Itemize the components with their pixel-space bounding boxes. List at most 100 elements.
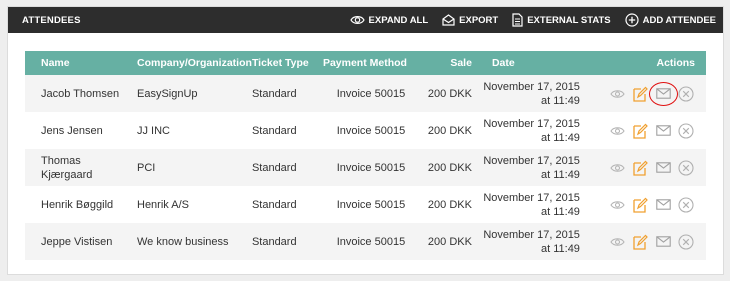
export-button[interactable]: EXPORT	[442, 14, 498, 26]
column-header-date[interactable]: Date	[472, 51, 580, 75]
payment-method-cell: Invoice 50015	[336, 198, 406, 211]
date-day: November 17, 2015	[483, 191, 580, 204]
attendee-name-cell: Henrik Bøggild	[25, 186, 121, 223]
eye-icon	[609, 163, 625, 172]
edit-attendee-button[interactable]	[631, 196, 649, 214]
delete-attendee-button[interactable]	[677, 196, 695, 214]
attendee-name-line2: Kjærgaard	[41, 168, 93, 181]
delete-attendee-button[interactable]	[677, 85, 695, 103]
eye-icon	[349, 16, 365, 24]
add-circle-icon	[625, 13, 639, 27]
edit-icon	[632, 160, 648, 176]
column-header-actions: Actions	[656, 57, 695, 69]
actions-cell	[580, 149, 706, 186]
export-icon	[442, 14, 455, 26]
table-row: Henrik Bøggild Henrik A/S Standard Invoi…	[25, 186, 706, 223]
mail-icon	[655, 236, 671, 247]
payment-method-cell: Invoice 50015	[336, 87, 406, 100]
column-header-ticket-type[interactable]: Ticket Type	[252, 51, 323, 75]
attendees-table-wrapper: Name Company/Organization Ticket Type Pa…	[25, 51, 706, 260]
date-cell: November 17, 2015 at 11:49	[472, 112, 580, 149]
sale-cell: 200 DKK	[427, 161, 472, 174]
date-cell: November 17, 2015 at 11:49	[472, 75, 580, 112]
view-attendee-button[interactable]	[608, 85, 626, 103]
view-attendee-button[interactable]	[608, 122, 626, 140]
edit-attendee-button[interactable]	[631, 122, 649, 140]
attendee-name: Henrik Bøggild	[41, 198, 114, 211]
attendee-name-cell: Thomas Kjærgaard	[25, 149, 121, 186]
eye-icon	[609, 200, 625, 209]
edit-icon	[632, 234, 648, 250]
table-row: Jens Jensen JJ INC Standard Invoice 5001…	[25, 112, 706, 149]
date-day: November 17, 2015	[483, 154, 580, 167]
add-attendee-button[interactable]: ADD ATTENDEE	[625, 13, 716, 27]
eye-icon	[609, 89, 625, 98]
edit-attendee-button[interactable]	[631, 85, 649, 103]
date-cell: November 17, 2015 at 11:49	[472, 149, 580, 186]
edit-icon	[632, 86, 648, 102]
close-circle-icon	[678, 122, 694, 139]
close-circle-icon	[678, 159, 694, 176]
close-circle-icon	[678, 85, 694, 102]
table-row: Jeppe Vistisen We know business Standard…	[25, 223, 706, 260]
email-attendee-button[interactable]	[654, 233, 672, 251]
date-day: November 17, 2015	[483, 228, 580, 241]
attendees-header-bar: ATTENDEES EXPAND ALL EXPORT EXTERNAL STA…	[8, 7, 723, 33]
mail-icon	[655, 199, 671, 210]
attendees-panel: ATTENDEES EXPAND ALL EXPORT EXTERNAL STA…	[7, 6, 724, 275]
edit-attendee-button[interactable]	[631, 159, 649, 177]
export-label: EXPORT	[459, 14, 499, 26]
date-day: November 17, 2015	[483, 117, 580, 130]
company-cell: We know business	[137, 235, 229, 248]
view-attendee-button[interactable]	[608, 159, 626, 177]
header-actions: EXPAND ALL EXPORT EXTERNAL STATS ADD ATT…	[336, 13, 716, 27]
date-day: November 17, 2015	[483, 80, 580, 93]
company-cell: PCI	[137, 161, 156, 174]
ticket-type-cell: Standard	[251, 87, 297, 100]
edit-icon	[632, 123, 648, 139]
date-time: at 11:49	[540, 168, 580, 181]
view-attendee-button[interactable]	[608, 233, 626, 251]
column-header-name[interactable]: Name	[25, 51, 121, 75]
table-row: Jacob Thomsen EasySignUp Standard Invoic…	[25, 75, 706, 112]
email-attendee-button[interactable]	[654, 196, 672, 214]
column-header-sale[interactable]: Sale	[419, 51, 472, 75]
date-time: at 11:49	[540, 242, 580, 255]
date-time: at 11:49	[540, 205, 580, 218]
sale-cell: 200 DKK	[427, 198, 472, 211]
attendee-name: Jens Jensen	[41, 124, 103, 137]
external-stats-label: EXTERNAL STATS	[527, 14, 611, 26]
expand-all-button[interactable]: EXPAND ALL	[349, 14, 428, 26]
column-header-payment-method[interactable]: Payment Method	[323, 51, 419, 75]
company-cell: JJ INC	[137, 124, 170, 137]
ticket-type-cell: Standard	[251, 198, 297, 211]
eye-icon	[609, 126, 625, 135]
external-stats-button[interactable]: EXTERNAL STATS	[512, 13, 611, 27]
payment-method-cell: Invoice 50015	[336, 161, 406, 174]
mail-icon	[655, 125, 671, 136]
delete-attendee-button[interactable]	[677, 159, 695, 177]
email-attendee-button[interactable]	[654, 122, 672, 140]
ticket-type-cell: Standard	[251, 124, 297, 137]
panel-title: ATTENDEES	[22, 14, 81, 26]
view-attendee-button[interactable]	[608, 196, 626, 214]
delete-attendee-button[interactable]	[677, 122, 695, 140]
email-attendee-button[interactable]	[654, 159, 672, 177]
close-circle-icon	[678, 233, 694, 250]
attendees-table: Name Company/Organization Ticket Type Pa…	[25, 51, 706, 260]
sale-cell: 200 DKK	[427, 124, 472, 137]
date-cell: November 17, 2015 at 11:49	[472, 186, 580, 223]
delete-attendee-button[interactable]	[677, 233, 695, 251]
date-time: at 11:49	[540, 94, 580, 107]
document-icon	[512, 13, 523, 27]
actions-cell	[580, 75, 706, 112]
actions-cell	[580, 223, 706, 260]
email-attendee-button[interactable]	[649, 81, 678, 106]
attendee-name-cell: Jacob Thomsen	[25, 75, 121, 112]
company-cell: Henrik A/S	[137, 198, 189, 211]
mail-icon	[655, 88, 671, 99]
date-cell: November 17, 2015 at 11:49	[472, 223, 580, 260]
actions-cell	[580, 112, 706, 149]
column-header-company[interactable]: Company/Organization	[121, 51, 252, 75]
edit-attendee-button[interactable]	[631, 233, 649, 251]
